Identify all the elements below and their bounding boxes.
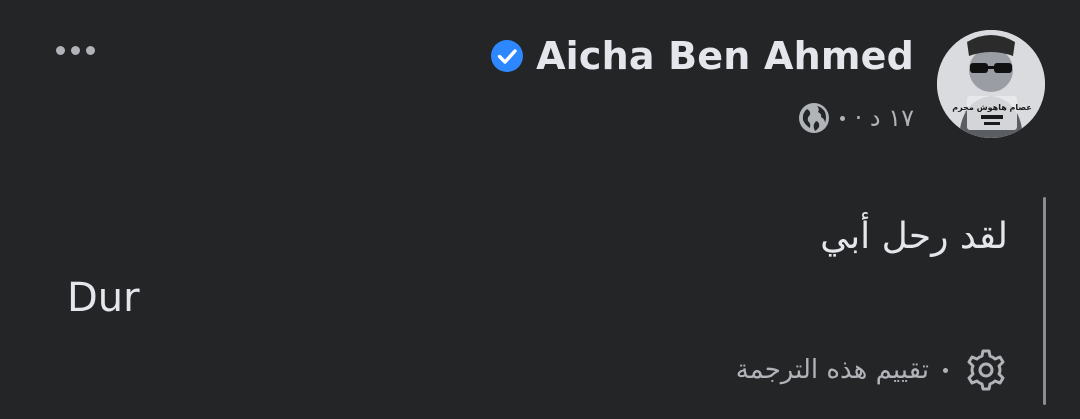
rate-separator bbox=[943, 367, 948, 373]
more-horizontal-icon-dot bbox=[70, 45, 80, 55]
post-timestamp[interactable]: ١٧ د · bbox=[855, 104, 914, 132]
more-horizontal-icon-dot bbox=[85, 45, 95, 55]
more-options-button[interactable] bbox=[46, 34, 104, 66]
quote-bar bbox=[1043, 197, 1046, 405]
globe-icon[interactable] bbox=[798, 102, 830, 134]
translated-text: Dur bbox=[67, 275, 140, 321]
avatar-image: عصام هاهوش مجرم bbox=[937, 30, 1045, 138]
post-card: Aicha Ben Ahmed عصام هاهوش مجرم ١٧ د · ل… bbox=[0, 0, 1080, 419]
original-post-text: لقد رحل أبي bbox=[820, 216, 1008, 257]
rate-translation-button[interactable]: تقييم هذه الترجمة bbox=[736, 346, 1010, 394]
post-meta: ١٧ د · bbox=[798, 102, 914, 134]
avatar[interactable]: عصام هاهوش مجرم bbox=[937, 30, 1045, 138]
gear-icon bbox=[967, 349, 1005, 391]
author-name[interactable]: Aicha Ben Ahmed bbox=[536, 30, 914, 82]
rate-translation-label: تقييم هذه الترجمة bbox=[735, 355, 929, 385]
more-horizontal-icon bbox=[55, 45, 65, 55]
verified-badge-icon bbox=[491, 40, 524, 72]
avatar-caption: عصام هاهوش مجرم bbox=[952, 103, 1032, 113]
meta-separator bbox=[839, 115, 845, 121]
post-header: Aicha Ben Ahmed bbox=[490, 30, 914, 82]
